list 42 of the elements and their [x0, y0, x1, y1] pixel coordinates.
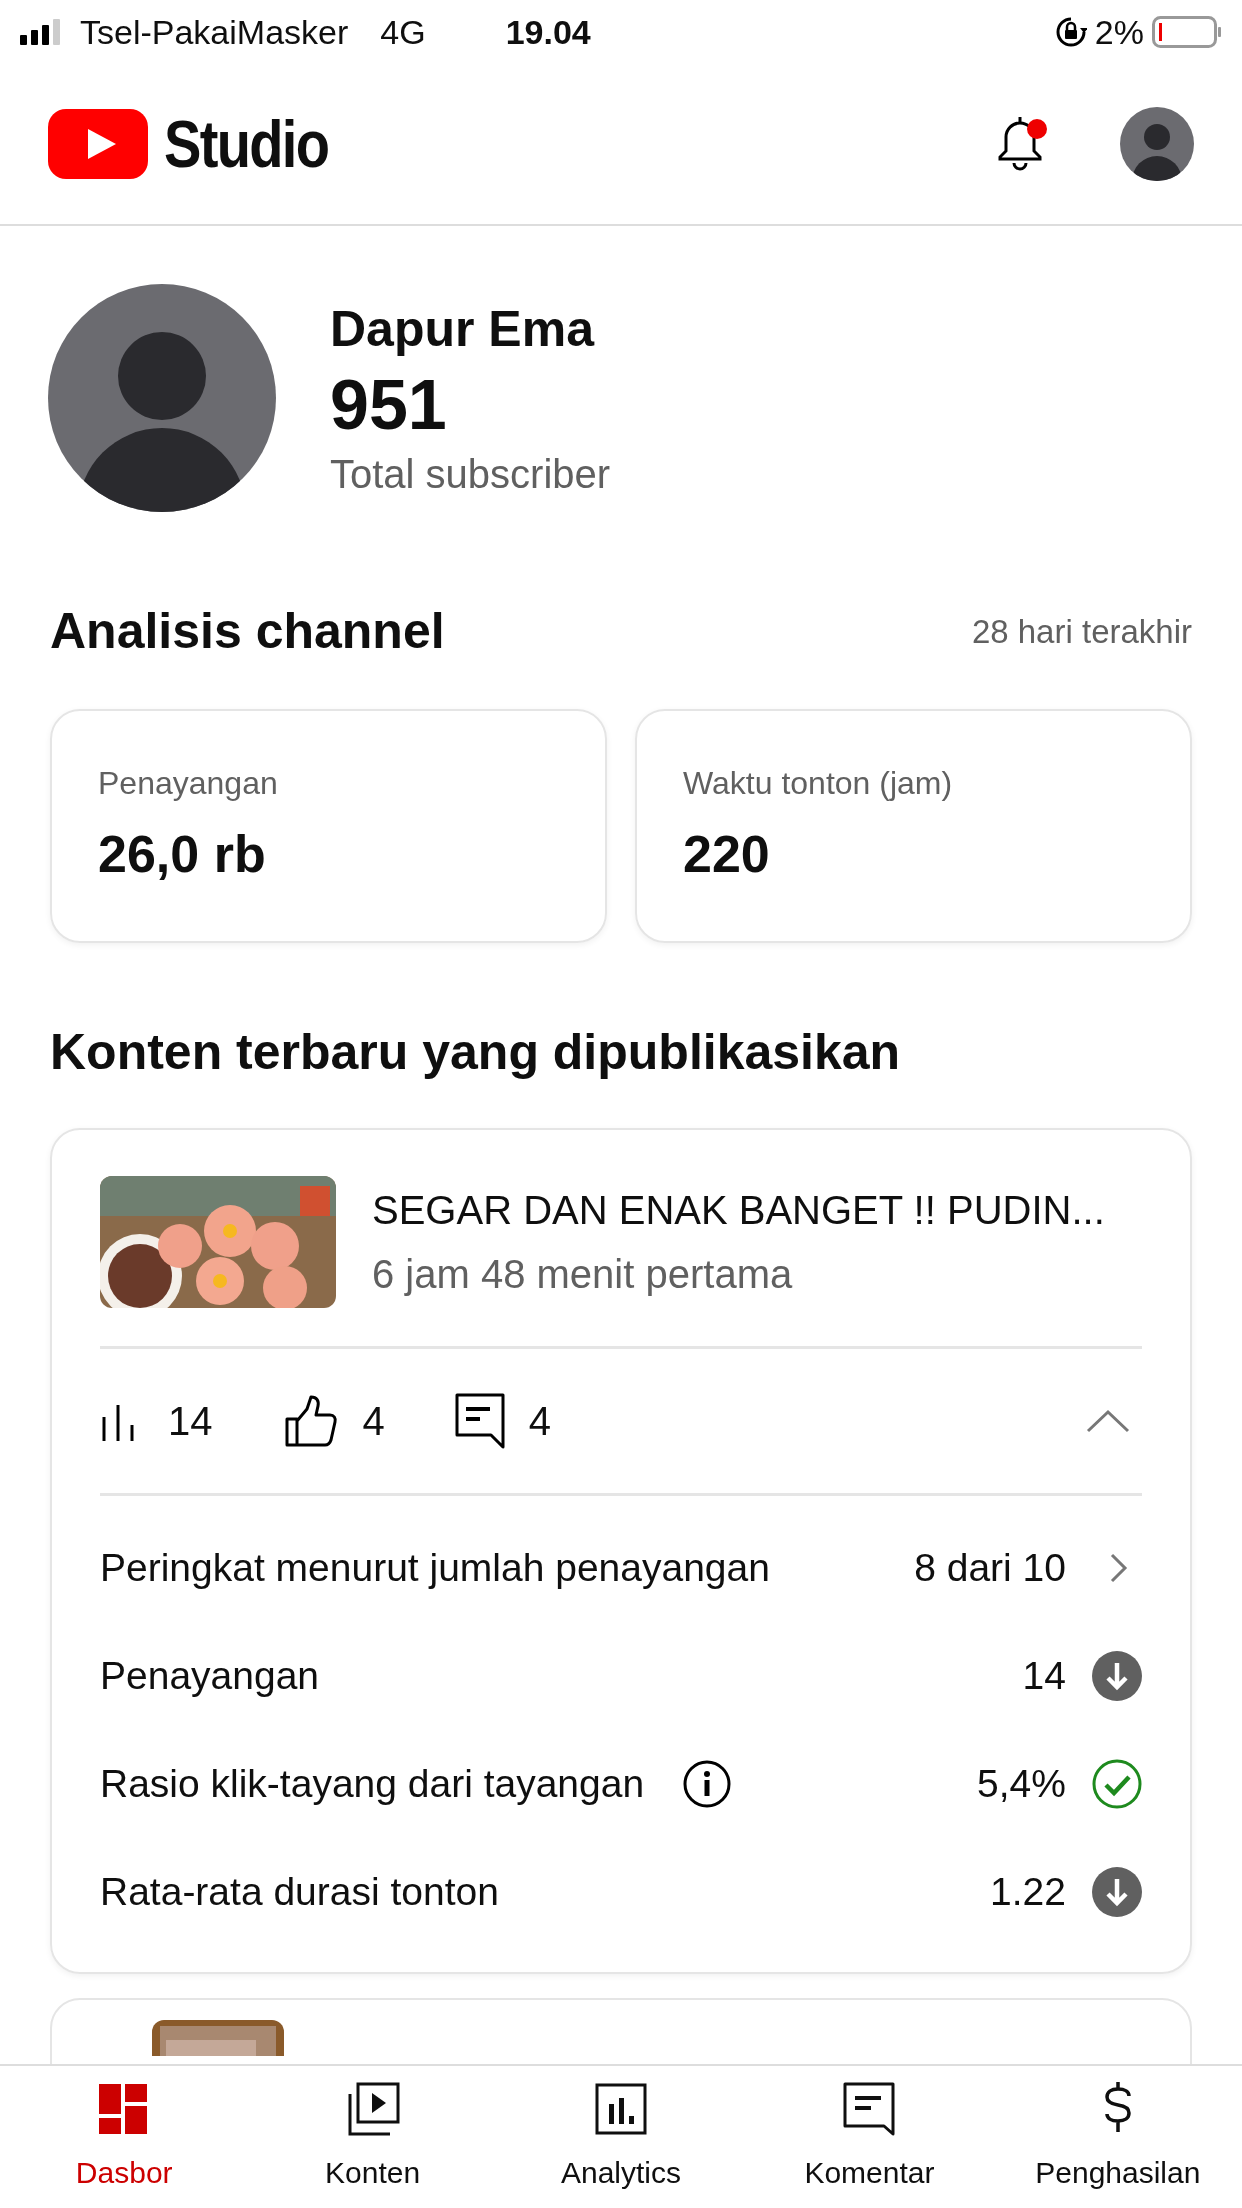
- period-label: 28 hari terakhir: [971, 611, 1192, 652]
- metric-value: 5,4%: [977, 1760, 1066, 1807]
- metric-label: Rata-rata durasi tonton: [100, 1868, 499, 1915]
- collapse-caret-icon[interactable]: [1086, 1409, 1130, 1433]
- metric-value: 14: [1022, 1652, 1066, 1699]
- battery-percent: 2%: [1094, 11, 1144, 53]
- subscriber-label: Total subscriber: [330, 451, 611, 498]
- play-logo-icon: [48, 109, 148, 179]
- metric-label: Rasio klik-tayang dari tayangan: [100, 1760, 645, 1807]
- stat-label: Penayangan: [98, 765, 278, 801]
- stat-label: Waktu tonton (jam): [683, 765, 953, 801]
- stat-count: 14: [168, 1398, 213, 1445]
- metric-label: Peringkat menurut jumlah penayangan: [100, 1544, 770, 1591]
- network-type: 4G: [380, 11, 426, 53]
- video-subtitle: 6 jam 48 menit pertama: [372, 1251, 794, 1298]
- stat-card[interactable]: Penayangan 26,0 rb: [50, 709, 607, 943]
- section-title: Konten terbaru yang dipublikasikan: [50, 1023, 902, 1082]
- metric-value: 1.22: [990, 1868, 1066, 1915]
- stat-count: 4: [362, 1398, 385, 1445]
- carrier-name: Tsel-PakaiMasker: [80, 11, 349, 53]
- stat-value: 26,0 rb: [98, 824, 267, 885]
- comment-icon: [454, 1393, 505, 1449]
- stat-value: 220: [683, 824, 771, 885]
- rotation-lock-icon: [1054, 16, 1087, 48]
- nav-tab[interactable]: Penghasilan: [993, 2079, 1242, 2195]
- video-title[interactable]: SEGAR DAN ENAK BANGET !! PUDIN...: [372, 1180, 1105, 1240]
- nav-tab[interactable]: Analytics: [496, 2079, 746, 2195]
- battery-icon: [1152, 16, 1222, 48]
- section-title: Analisis channel: [50, 602, 445, 661]
- metric-label: Penayangan: [100, 1652, 320, 1699]
- logo-text: Studio: [164, 105, 329, 183]
- info-icon: [682, 1759, 733, 1809]
- nav-tab[interactable]: Konten: [248, 2079, 497, 2195]
- subscriber-count: 951: [330, 367, 448, 444]
- clock: 19.04: [505, 11, 591, 53]
- channel-name: Dapur Ema: [330, 300, 596, 359]
- nav-tab[interactable]: Komentar: [745, 2079, 994, 2195]
- nav-tab[interactable]: Dasbor: [0, 2079, 249, 2195]
- stat-count: 4: [528, 1398, 551, 1445]
- check-circle-icon: [1092, 1759, 1142, 1809]
- stat-card[interactable]: Waktu tonton (jam) 220: [635, 709, 1192, 943]
- metric-value: 8 dari 10: [914, 1544, 1066, 1591]
